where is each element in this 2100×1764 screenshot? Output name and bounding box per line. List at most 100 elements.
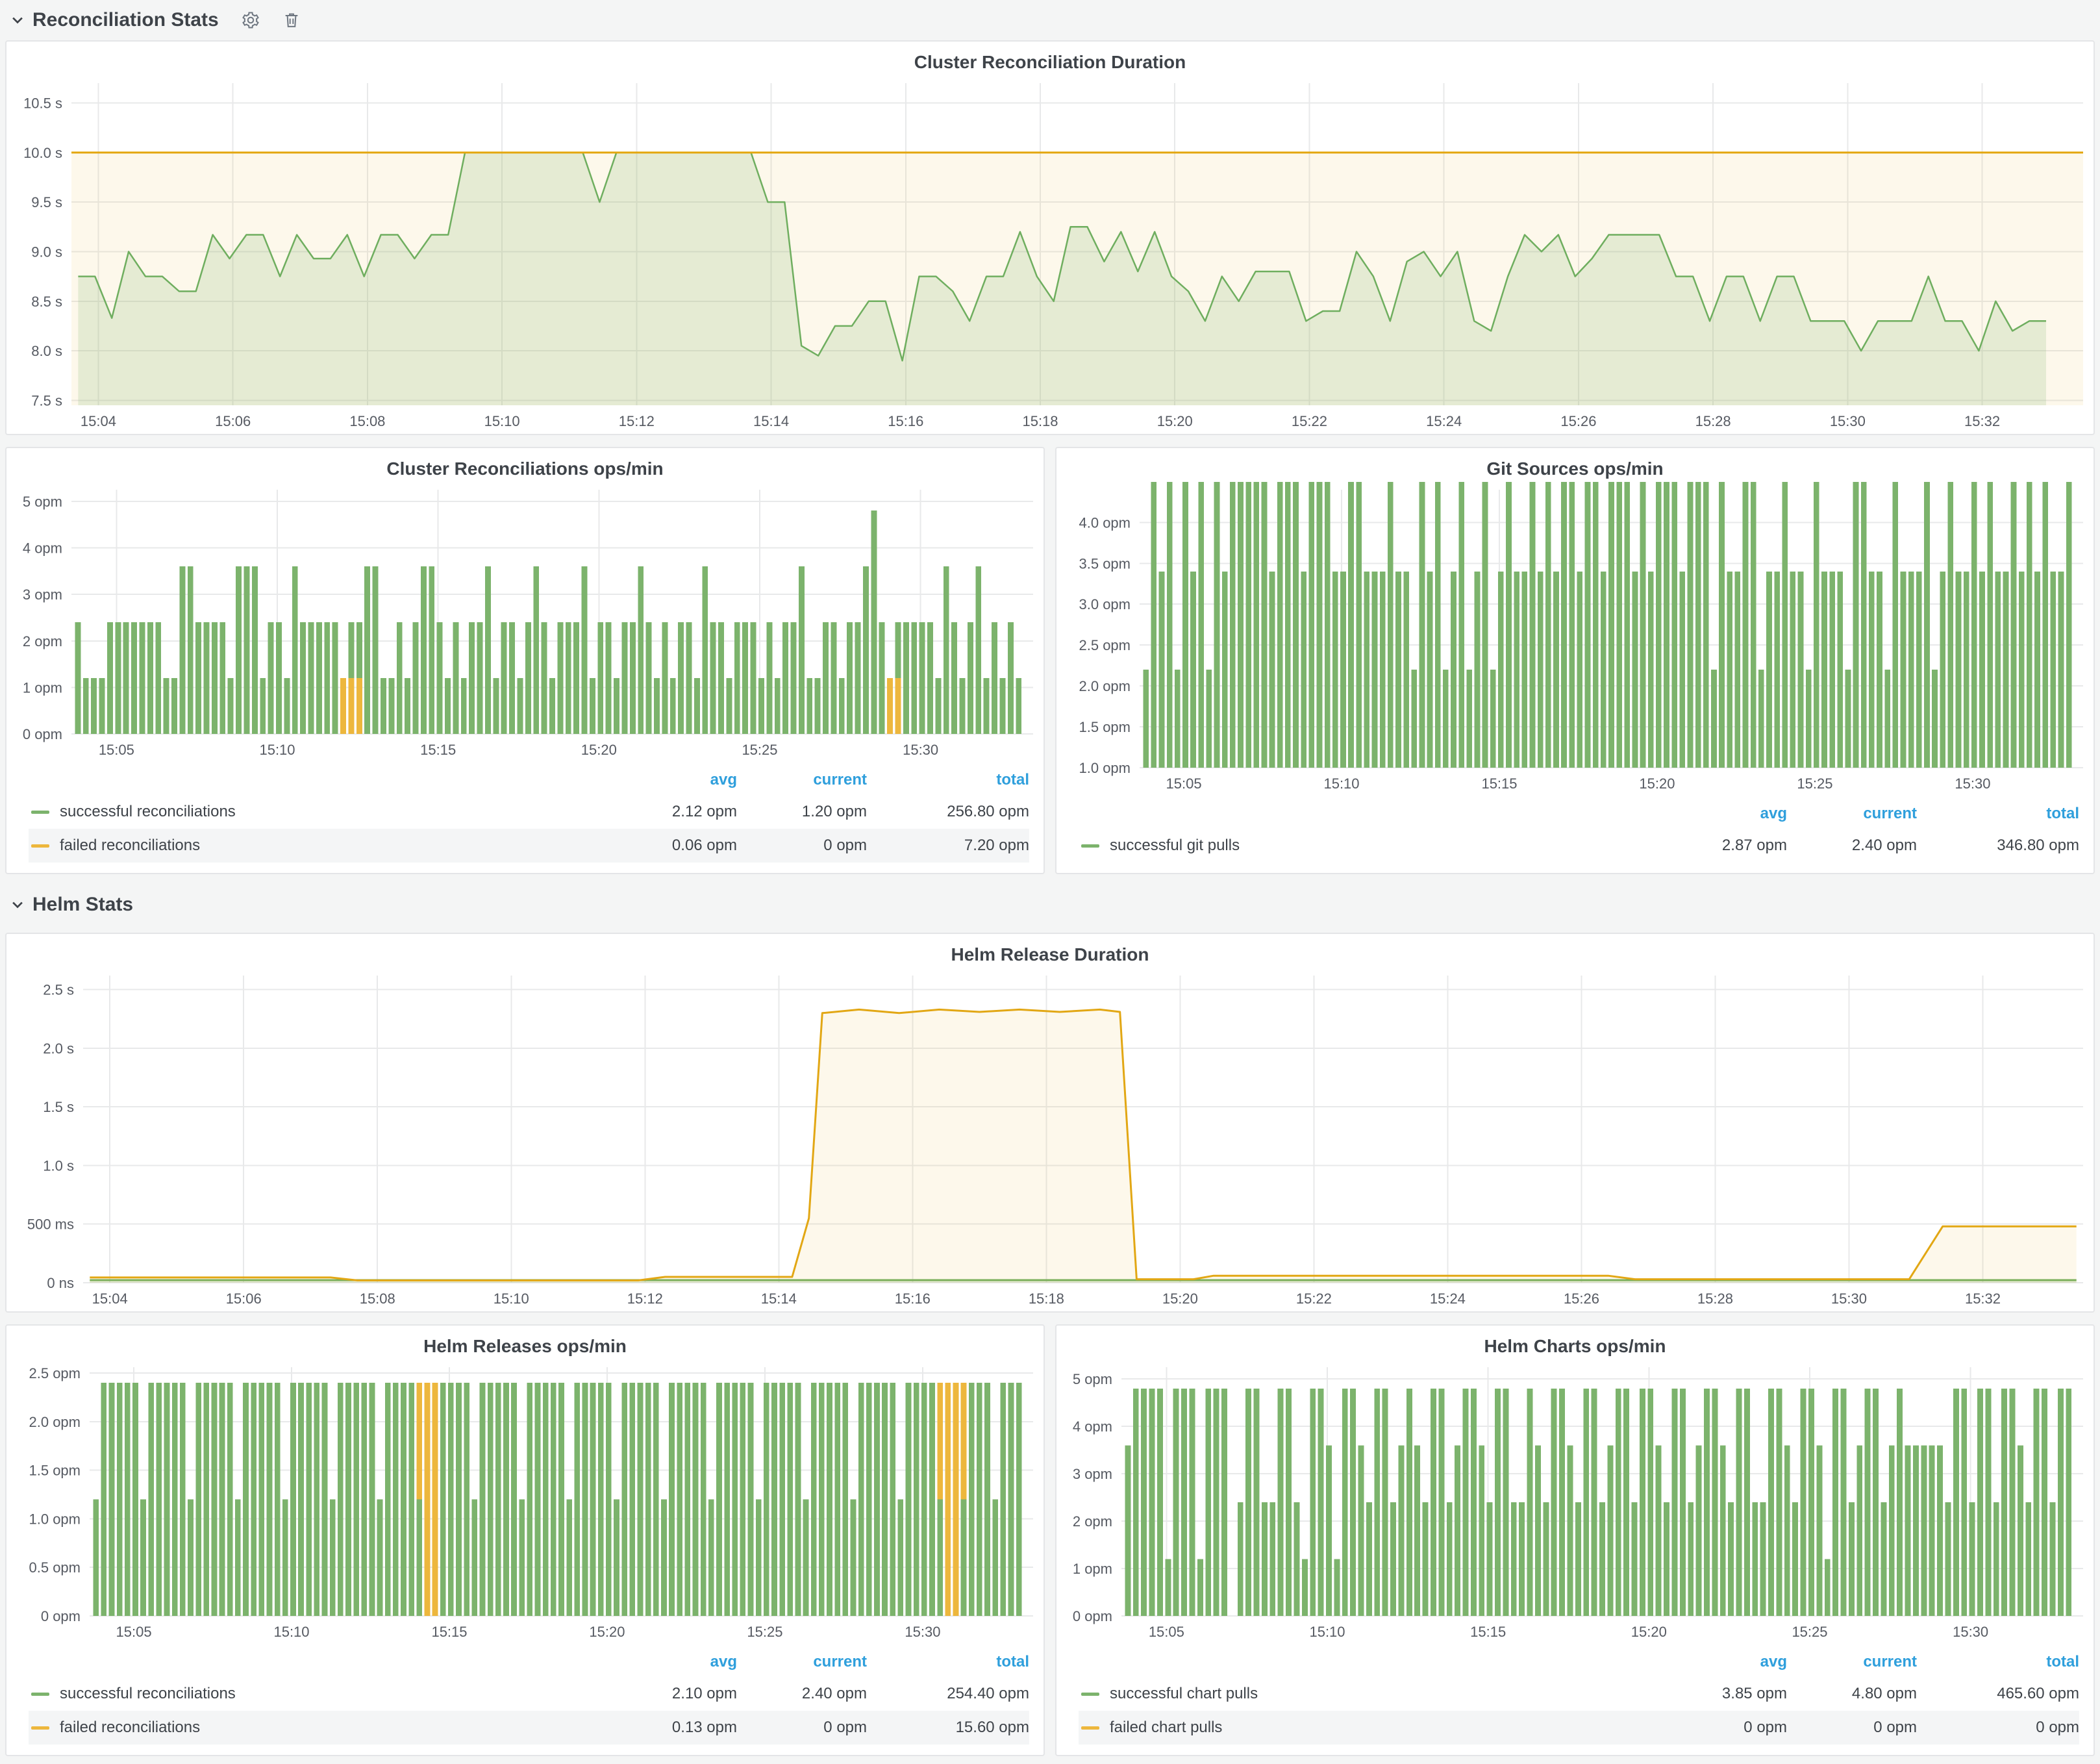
- bar[interactable]: [1814, 482, 1819, 768]
- bar[interactable]: [1000, 678, 1006, 734]
- bar[interactable]: [1782, 482, 1788, 768]
- bar[interactable]: [1198, 482, 1204, 768]
- bar[interactable]: [590, 1383, 596, 1616]
- bar[interactable]: [364, 566, 370, 734]
- bar[interactable]: [330, 1500, 336, 1617]
- chart-git-sources-opm[interactable]: 4.0 opm3.5 opm3.0 opm2.5 opm2.0 opm1.5 o…: [1056, 482, 2094, 796]
- bar[interactable]: [1760, 1502, 1766, 1616]
- bar[interactable]: [1348, 482, 1354, 768]
- bar[interactable]: [890, 1383, 895, 1616]
- bar[interactable]: [598, 1383, 604, 1616]
- bar[interactable]: [1877, 572, 1882, 768]
- bar[interactable]: [1735, 572, 1741, 768]
- chart-cluster-reconciliations-opm[interactable]: 5 opm4 opm3 opm2 opm1 opm0 opm15:0515:10…: [6, 482, 1044, 762]
- bar[interactable]: [1511, 1502, 1517, 1616]
- bar[interactable]: [1704, 1389, 1710, 1616]
- bar[interactable]: [851, 1500, 856, 1617]
- bar[interactable]: [906, 1383, 912, 1616]
- bar[interactable]: [236, 566, 242, 734]
- bar[interactable]: [779, 1383, 785, 1616]
- bar[interactable]: [1979, 572, 1985, 768]
- bar[interactable]: [1545, 482, 1551, 768]
- bar[interactable]: [2066, 1389, 2071, 1616]
- legend-col-total[interactable]: total: [1917, 805, 2079, 823]
- bar[interactable]: [1751, 482, 1756, 768]
- bar[interactable]: [356, 622, 362, 678]
- bar[interactable]: [1774, 572, 1780, 768]
- bar[interactable]: [509, 622, 515, 734]
- bar[interactable]: [945, 1383, 951, 1616]
- bar[interactable]: [1503, 1389, 1508, 1616]
- bar[interactable]: [1916, 572, 1922, 768]
- bar[interactable]: [1302, 1559, 1308, 1617]
- bar[interactable]: [1640, 1389, 1645, 1616]
- bar[interactable]: [992, 1500, 998, 1617]
- bar[interactable]: [1285, 482, 1291, 768]
- bar[interactable]: [1551, 1389, 1557, 1616]
- bar[interactable]: [1568, 1445, 1573, 1616]
- bar[interactable]: [606, 1383, 612, 1616]
- section-header-reconciliation-stats[interactable]: Reconciliation Stats: [5, 0, 2095, 40]
- bar[interactable]: [992, 622, 997, 734]
- bar[interactable]: [1727, 572, 1732, 768]
- legend-col-avg[interactable]: avg: [1657, 1653, 1787, 1671]
- bar[interactable]: [710, 622, 716, 734]
- bar[interactable]: [1190, 1389, 1195, 1616]
- bar[interactable]: [1471, 1389, 1477, 1616]
- bar[interactable]: [101, 1383, 107, 1616]
- panel-title[interactable]: Cluster Reconciliations ops/min: [6, 448, 1044, 482]
- bar[interactable]: [874, 1383, 880, 1616]
- legend-col-avg[interactable]: avg: [607, 771, 737, 789]
- bar[interactable]: [1806, 670, 1812, 768]
- bar[interactable]: [1559, 1389, 1565, 1616]
- bar[interactable]: [756, 1500, 762, 1617]
- bar[interactable]: [903, 622, 909, 734]
- bar[interactable]: [895, 678, 901, 734]
- bar[interactable]: [1214, 482, 1220, 768]
- bar[interactable]: [1382, 1389, 1388, 1616]
- bar[interactable]: [252, 566, 258, 734]
- bar[interactable]: [292, 566, 298, 734]
- bar[interactable]: [75, 622, 81, 734]
- bar[interactable]: [1632, 572, 1638, 768]
- bar[interactable]: [1340, 572, 1346, 768]
- bar[interactable]: [1238, 1502, 1244, 1616]
- bar[interactable]: [1366, 1502, 1372, 1616]
- bar[interactable]: [518, 678, 523, 734]
- bar[interactable]: [1884, 670, 1890, 768]
- bar[interactable]: [1743, 482, 1749, 768]
- bar[interactable]: [951, 622, 957, 734]
- bar[interactable]: [621, 1383, 627, 1616]
- bar[interactable]: [1623, 1389, 1629, 1616]
- bar[interactable]: [1318, 1389, 1324, 1616]
- bar[interactable]: [456, 1383, 462, 1616]
- bar[interactable]: [1601, 572, 1606, 768]
- bar[interactable]: [188, 1500, 194, 1617]
- bar[interactable]: [975, 566, 981, 734]
- bar[interactable]: [1758, 670, 1764, 768]
- bar[interactable]: [1861, 482, 1867, 768]
- bar[interactable]: [2058, 1389, 2064, 1616]
- bar[interactable]: [156, 1383, 162, 1616]
- bar[interactable]: [260, 678, 266, 734]
- bar[interactable]: [1869, 572, 1875, 768]
- bar[interactable]: [1001, 1383, 1006, 1616]
- bar[interactable]: [99, 678, 105, 734]
- bar[interactable]: [437, 622, 443, 734]
- bar[interactable]: [937, 1500, 943, 1617]
- bar[interactable]: [349, 622, 355, 678]
- bar[interactable]: [401, 1383, 406, 1616]
- bar[interactable]: [243, 1383, 249, 1616]
- bar[interactable]: [219, 622, 225, 734]
- bar[interactable]: [485, 566, 491, 734]
- bar[interactable]: [1599, 1502, 1605, 1616]
- bar[interactable]: [519, 1500, 525, 1617]
- bar[interactable]: [353, 1383, 359, 1616]
- legend-series-toggle[interactable]: failed chart pulls: [1079, 1719, 1657, 1737]
- bar[interactable]: [464, 1383, 469, 1616]
- bar[interactable]: [1310, 1389, 1316, 1616]
- bar[interactable]: [1479, 1445, 1484, 1616]
- bar[interactable]: [1696, 1445, 1702, 1616]
- bar[interactable]: [984, 678, 990, 734]
- bar[interactable]: [678, 622, 684, 734]
